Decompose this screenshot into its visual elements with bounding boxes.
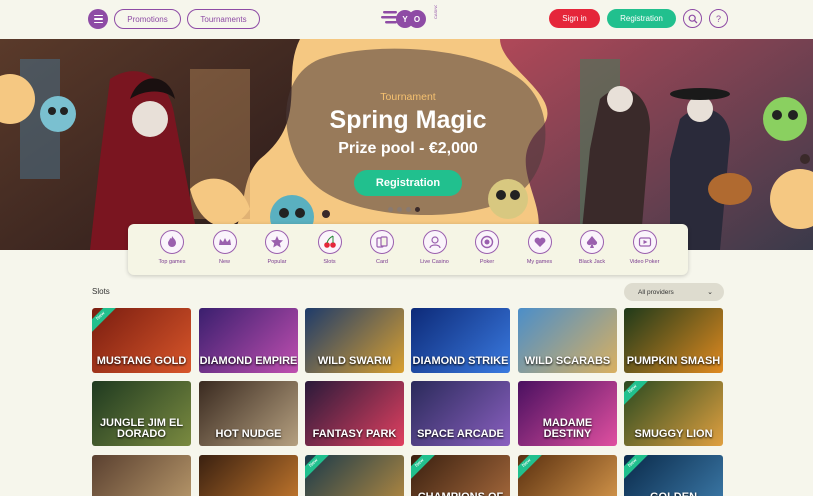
hero-banner[interactable]: Tournament Spring Magic Prize pool - €2,…: [0, 39, 813, 250]
game-tile[interactable]: New SMUGGY LION: [624, 381, 723, 446]
category-label: My games: [526, 259, 553, 265]
category-label: Live Casino: [420, 259, 449, 265]
game-title: MADAME DESTINY: [542, 417, 593, 440]
game-title: SPACE ARCADE: [417, 428, 504, 440]
new-badge: New: [624, 381, 652, 409]
registration-button[interactable]: Registration: [607, 9, 676, 28]
category-my-games[interactable]: My games: [514, 230, 566, 265]
new-badge: New: [518, 455, 546, 483]
category-new[interactable]: New: [199, 230, 251, 265]
new-badge: New: [92, 308, 120, 336]
game-tile[interactable]: DIAMOND STRIKE: [411, 308, 510, 373]
game-tile[interactable]: SPACE ARCADE: [411, 381, 510, 446]
game-tile[interactable]: NewLION: [518, 455, 617, 496]
category-bar: Top games New Popular Slots Card Live Casino P…: [128, 224, 688, 275]
section-title: Slots: [92, 287, 110, 296]
star-icon: [265, 230, 289, 254]
new-badge: New: [411, 455, 439, 483]
category-label: Slots: [323, 259, 336, 265]
category-label: Video Poker: [629, 259, 660, 265]
search-icon[interactable]: [683, 9, 702, 28]
hero-registration-button[interactable]: Registration: [354, 170, 462, 196]
category-top-games[interactable]: Top games: [146, 230, 198, 265]
new-badge: New: [305, 455, 333, 483]
game-tile[interactable]: WILD SCARABS: [518, 308, 617, 373]
top-header: Promotions Tournaments Y O CASINO Sign i…: [0, 0, 813, 38]
game-title: MUSTANG GOLD: [96, 355, 187, 367]
carousel-dot[interactable]: [397, 207, 402, 212]
category-card[interactable]: Card: [356, 230, 408, 265]
svg-text:CASINO: CASINO: [433, 5, 437, 19]
dealer-icon: [422, 230, 447, 254]
category-label: Poker: [479, 259, 495, 265]
category-label: Top games: [158, 259, 186, 265]
cherries-icon: [317, 230, 342, 254]
carousel-dots: [388, 207, 420, 212]
category-popular[interactable]: Popular: [251, 230, 303, 265]
game-tile[interactable]: New GOLDEN GRIMOIRE: [624, 455, 723, 496]
help-icon[interactable]: ?: [709, 9, 728, 28]
crown-icon: [212, 230, 237, 254]
hero-prize-pool: Prize pool - €2,000: [338, 140, 478, 157]
category-label: Black Jack: [578, 259, 606, 265]
game-tile[interactable]: PUMPKIN SMASH: [624, 308, 723, 373]
flame-icon: [160, 230, 184, 254]
game-title: JUNGLE JIM EL DORADO: [99, 417, 184, 440]
game-title: WILD SWARM: [317, 355, 392, 367]
game-title: WILD SCARABS: [524, 355, 611, 367]
hearts-icon: [527, 230, 552, 254]
category-video-poker[interactable]: Video Poker: [619, 230, 671, 265]
category-label: Card: [376, 259, 388, 265]
game-tile[interactable]: New MUSTANG GOLD: [92, 308, 191, 373]
game-title: PUMPKIN SMASH: [626, 355, 721, 367]
game-title: DIAMOND STRIKE: [412, 355, 509, 367]
carousel-dot[interactable]: [415, 207, 420, 212]
svg-text:O: O: [414, 15, 420, 24]
game-tile[interactable]: NewMAYAN: [305, 455, 404, 496]
game-title: HOT NUDGE: [215, 428, 282, 440]
category-poker[interactable]: Poker: [461, 230, 513, 265]
game-title: CHAMPIONS OF ROME: [411, 492, 510, 496]
category-slots[interactable]: Slots: [304, 230, 356, 265]
game-tile[interactable]: JUNGLE JIM EL DORADO: [92, 381, 191, 446]
tournaments-button[interactable]: Tournaments: [187, 9, 260, 29]
category-label: New: [218, 259, 230, 265]
promotions-button[interactable]: Promotions: [114, 9, 181, 29]
carousel-dot[interactable]: [388, 207, 393, 212]
video-icon: [632, 230, 657, 254]
new-badge: New: [624, 455, 652, 483]
chevron-down-icon: ⌄: [707, 289, 713, 296]
category-label: Popular: [267, 259, 287, 265]
providers-dropdown-label: All providers: [638, 288, 674, 296]
spade-icon: [580, 230, 604, 254]
sign-in-button[interactable]: Sign in: [549, 9, 600, 28]
poker-chip-icon: [475, 230, 499, 254]
game-title: GOLDEN GRIMOIRE: [624, 492, 723, 496]
category-black-jack[interactable]: Black Jack: [566, 230, 618, 265]
hero-title: Spring Magic: [329, 106, 487, 134]
game-tile[interactable]: DIAMOND EMPIRE: [199, 308, 298, 373]
providers-dropdown[interactable]: All providers ⌄: [624, 283, 724, 301]
game-tile[interactable]: BONANZA: [199, 455, 298, 496]
game-tile[interactable]: New CHAMPIONS OF ROME: [411, 455, 510, 496]
game-tile[interactable]: EPIC JOURNEY: [92, 455, 191, 496]
game-tile[interactable]: WILD SWARM: [305, 308, 404, 373]
svg-text:Y: Y: [402, 15, 408, 24]
game-title: FANTASY PARK: [312, 428, 397, 440]
game-tile[interactable]: MADAME DESTINY: [518, 381, 617, 446]
game-tile[interactable]: FANTASY PARK: [305, 381, 404, 446]
carousel-dot[interactable]: [406, 207, 411, 212]
hero-subtitle: Tournament: [380, 91, 436, 103]
game-tile[interactable]: HOT NUDGE: [199, 381, 298, 446]
game-title: DIAMOND EMPIRE: [199, 355, 298, 367]
menu-icon[interactable]: [88, 9, 108, 29]
category-live-casino[interactable]: Live Casino: [409, 230, 461, 265]
cards-icon: [370, 230, 394, 254]
casino-logo[interactable]: Y O CASINO: [381, 4, 438, 33]
game-title: SMUGGY LION: [634, 428, 713, 440]
